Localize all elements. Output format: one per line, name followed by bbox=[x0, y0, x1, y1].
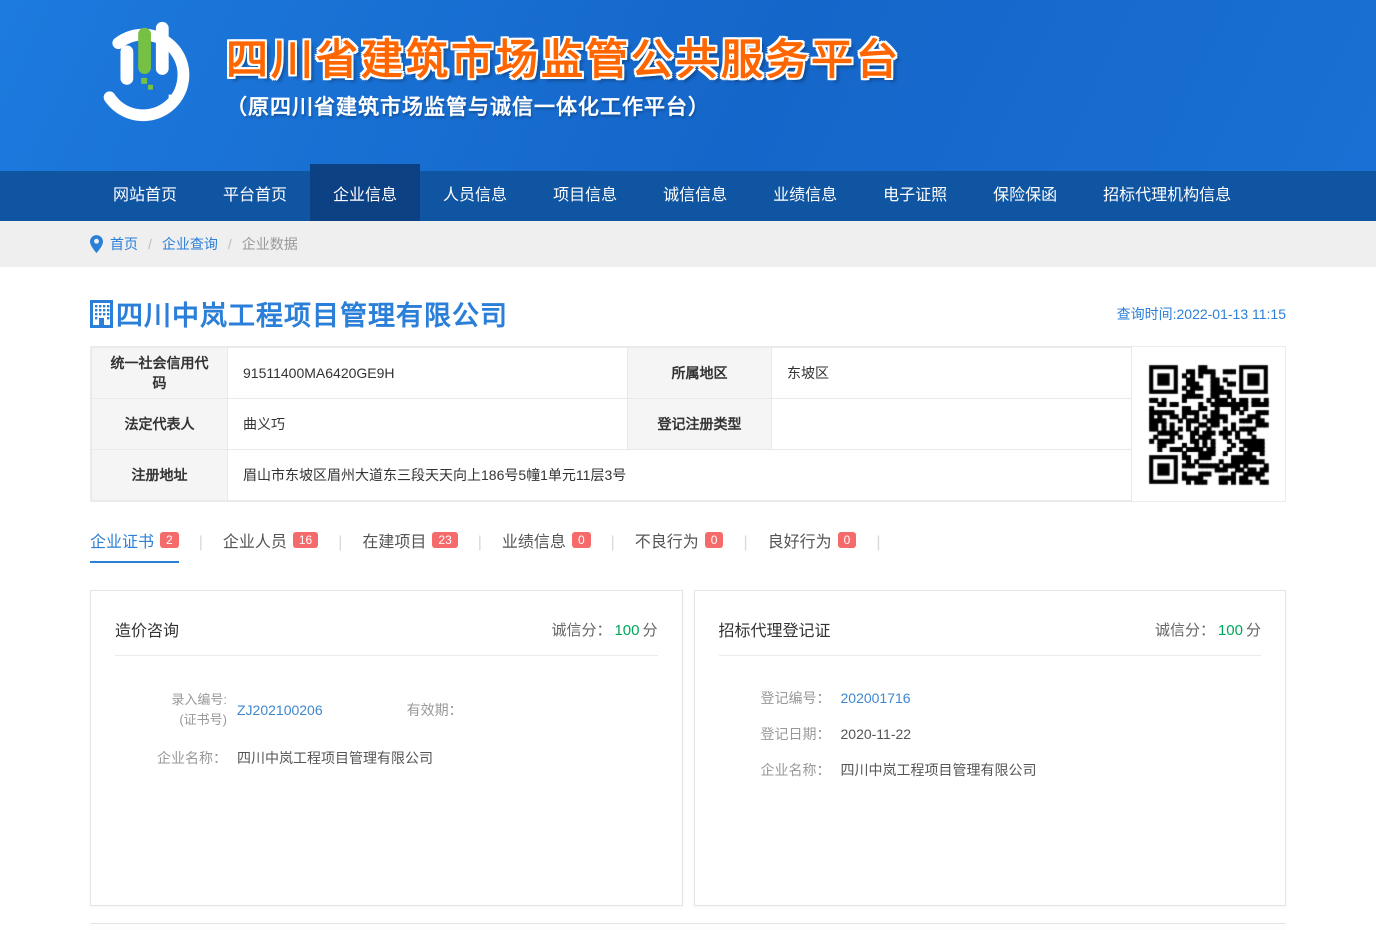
score-value: 100 bbox=[1218, 622, 1243, 639]
nav-item-performance-info[interactable]: 业绩信息 bbox=[750, 171, 860, 221]
address-value: 眉山市东坡区眉州大道东三段天天向上186号5幢1单元11层3号 bbox=[228, 450, 1132, 501]
company-name-label: 企业名称： bbox=[115, 748, 227, 768]
cost-consulting-card: 造价咨询 诚信分：100分 录入编号: (证书号) ZJ202100206 有效… bbox=[90, 590, 683, 906]
legal-rep-value: 曲义巧 bbox=[228, 399, 628, 450]
score-unit: 分 bbox=[1246, 622, 1261, 639]
tab-projects-in-progress[interactable]: 在建项目 23 bbox=[362, 528, 457, 563]
certificate-number-link[interactable]: ZJ202100206 bbox=[237, 702, 323, 718]
tab-divider: | bbox=[876, 534, 880, 563]
entry-number-label-line1: 录入编号: bbox=[115, 690, 227, 710]
nav-item-platform-home[interactable]: 平台首页 bbox=[200, 171, 310, 221]
tab-divider: | bbox=[338, 534, 342, 563]
nav-item-bidding-agency-info[interactable]: 招标代理机构信息 bbox=[1080, 171, 1254, 221]
breadcrumb-current: 企业数据 bbox=[242, 234, 298, 254]
detail-tabs: 企业证书 2 | 企业人员 16 | 在建项目 23 | 业绩信息 0 | 不良… bbox=[90, 528, 1286, 563]
breadcrumb: 首页 / 企业查询 / 企业数据 bbox=[90, 221, 1286, 267]
site-title: 四川省建筑市场监管公共服务平台 bbox=[226, 26, 901, 87]
legal-rep-label: 法定代表人 bbox=[92, 399, 228, 450]
tab-label: 企业人员 bbox=[223, 528, 287, 552]
registration-number-label: 登记编号： bbox=[719, 688, 831, 708]
count-badge: 2 bbox=[160, 532, 179, 548]
site-subtitle: （原四川省建筑市场监管与诚信一体化工作平台） bbox=[226, 91, 901, 121]
table-row: 统一社会信用代码 91511400MA6420GE9H 所属地区 东坡区 bbox=[92, 348, 1132, 399]
location-pin-icon bbox=[90, 235, 103, 253]
credit-code-label: 统一社会信用代码 bbox=[92, 348, 228, 399]
table-row: 法定代表人 曲义巧 登记注册类型 bbox=[92, 399, 1132, 450]
region-label: 所属地区 bbox=[628, 348, 772, 399]
main-nav: 网站首页 平台首页 企业信息 人员信息 项目信息 诚信信息 业绩信息 电子证照 … bbox=[0, 171, 1376, 221]
bidding-agency-card: 招标代理登记证 诚信分：100分 登记编号： 202001716 登记日期： 2… bbox=[694, 590, 1287, 906]
building-icon bbox=[90, 300, 113, 328]
qr-area bbox=[1132, 347, 1285, 501]
count-badge: 0 bbox=[572, 532, 591, 548]
card-title: 造价咨询 bbox=[115, 617, 179, 641]
region-value: 东坡区 bbox=[772, 348, 1132, 399]
tab-label: 企业证书 bbox=[90, 528, 154, 552]
tab-label: 良好行为 bbox=[768, 528, 832, 552]
registration-date-label: 登记日期： bbox=[719, 724, 831, 744]
page-title-company-name: 四川中岚工程项目管理有限公司 bbox=[116, 294, 508, 333]
breadcrumb-enterprise-search-link[interactable]: 企业查询 bbox=[162, 234, 218, 254]
registration-number-link[interactable]: 202001716 bbox=[841, 690, 911, 706]
score-unit: 分 bbox=[642, 622, 657, 639]
nav-item-home[interactable]: 网站首页 bbox=[90, 171, 200, 221]
nav-item-e-certificate[interactable]: 电子证照 bbox=[860, 171, 970, 221]
tab-bad-behavior[interactable]: 不良行为 0 bbox=[635, 528, 724, 563]
company-name-value: 四川中岚工程项目管理有限公司 bbox=[841, 760, 1037, 780]
breadcrumb-bar: 首页 / 企业查询 / 企业数据 bbox=[0, 221, 1376, 267]
site-banner: 四川省建筑市场监管公共服务平台 （原四川省建筑市场监管与诚信一体化工作平台） bbox=[0, 0, 1376, 171]
tab-label: 业绩信息 bbox=[502, 528, 566, 552]
company-info-table: 统一社会信用代码 91511400MA6420GE9H 所属地区 东坡区 法定代… bbox=[91, 347, 1132, 501]
card-title: 招标代理登记证 bbox=[719, 617, 831, 641]
reg-type-label: 登记注册类型 bbox=[628, 399, 772, 450]
site-logo-icon bbox=[90, 12, 208, 130]
score-value: 100 bbox=[614, 622, 639, 639]
tab-performance-info[interactable]: 业绩信息 0 bbox=[502, 528, 591, 563]
nav-item-insurance-guarantee[interactable]: 保险保函 bbox=[970, 171, 1080, 221]
credit-score: 诚信分：100分 bbox=[1155, 619, 1261, 640]
credit-score: 诚信分：100分 bbox=[551, 619, 657, 640]
tab-label: 在建项目 bbox=[362, 528, 426, 552]
count-badge: 16 bbox=[293, 532, 318, 548]
registration-date-value: 2020-11-22 bbox=[841, 726, 912, 742]
entry-number-label-line2: (证书号) bbox=[115, 710, 227, 730]
tab-enterprise-certificates[interactable]: 企业证书 2 bbox=[90, 528, 179, 563]
table-row: 注册地址 眉山市东坡区眉州大道东三段天天向上186号5幢1单元11层3号 bbox=[92, 450, 1132, 501]
tab-good-behavior[interactable]: 良好行为 0 bbox=[768, 528, 857, 563]
breadcrumb-separator: / bbox=[148, 236, 152, 252]
company-name-value: 四川中岚工程项目管理有限公司 bbox=[237, 748, 433, 768]
tab-divider: | bbox=[743, 534, 747, 563]
count-badge: 23 bbox=[432, 532, 457, 548]
reg-type-value bbox=[772, 399, 1132, 450]
nav-item-personnel-info[interactable]: 人员信息 bbox=[420, 171, 530, 221]
breadcrumb-separator: / bbox=[228, 236, 232, 252]
credit-code-value: 91511400MA6420GE9H bbox=[228, 348, 628, 399]
nav-item-credit-info[interactable]: 诚信信息 bbox=[640, 171, 750, 221]
tab-divider: | bbox=[199, 534, 203, 563]
bottom-divider bbox=[90, 923, 1286, 930]
count-badge: 0 bbox=[838, 532, 857, 548]
company-name-label: 企业名称： bbox=[719, 760, 831, 780]
query-time: 查询时间:2022-01-13 11:15 bbox=[1117, 304, 1286, 324]
tab-label: 不良行为 bbox=[635, 528, 699, 552]
address-label: 注册地址 bbox=[92, 450, 228, 501]
qr-code bbox=[1141, 357, 1276, 492]
breadcrumb-home-link[interactable]: 首页 bbox=[110, 234, 138, 254]
company-info-section: 统一社会信用代码 91511400MA6420GE9H 所属地区 东坡区 法定代… bbox=[90, 346, 1286, 502]
tab-enterprise-personnel[interactable]: 企业人员 16 bbox=[223, 528, 318, 563]
score-label: 诚信分： bbox=[1155, 622, 1215, 639]
score-label: 诚信分： bbox=[551, 622, 611, 639]
certificate-cards: 造价咨询 诚信分：100分 录入编号: (证书号) ZJ202100206 有效… bbox=[90, 590, 1286, 906]
main-content: 四川中岚工程项目管理有限公司 查询时间:2022-01-13 11:15 统一社… bbox=[90, 294, 1286, 930]
tab-divider: | bbox=[478, 534, 482, 563]
nav-item-project-info[interactable]: 项目信息 bbox=[530, 171, 640, 221]
tab-divider: | bbox=[611, 534, 615, 563]
count-badge: 0 bbox=[705, 532, 724, 548]
entry-number-label: 录入编号: (证书号) bbox=[115, 690, 227, 730]
validity-label: 有效期： bbox=[407, 700, 463, 720]
nav-item-enterprise-info[interactable]: 企业信息 bbox=[310, 164, 420, 221]
